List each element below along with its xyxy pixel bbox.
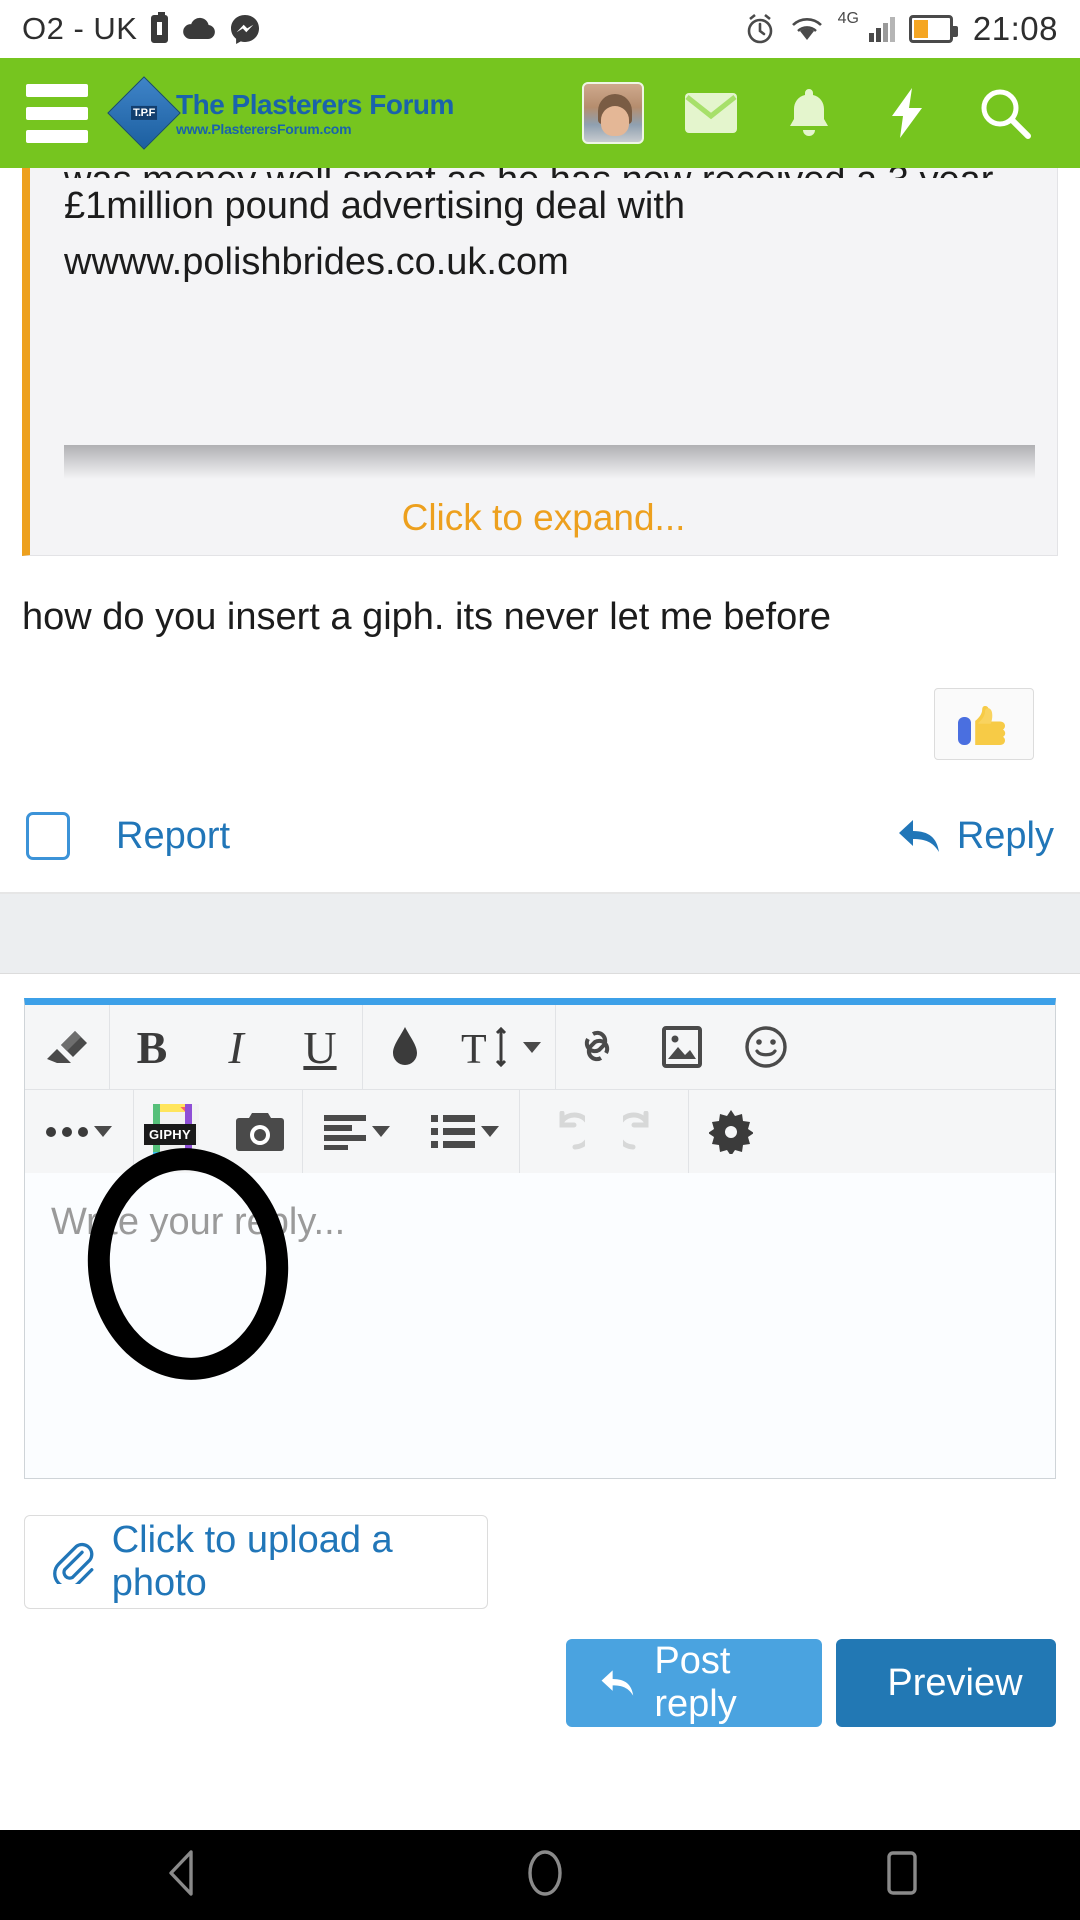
site-logo[interactable]: T.P.F The Plasterers Forum www.Plasterer… <box>107 76 454 150</box>
logo-diamond-text: T.P.F <box>131 105 157 120</box>
underline-button[interactable]: U <box>278 1005 362 1089</box>
select-post-checkbox[interactable] <box>26 812 70 860</box>
editor-toolbar-row-1: B I U T <box>25 1005 1055 1089</box>
hamburger-menu-icon[interactable] <box>26 83 88 143</box>
quote-fade <box>64 445 1035 479</box>
reply-arrow-icon <box>601 1670 634 1696</box>
bold-button[interactable]: B <box>110 1005 194 1089</box>
insert-link-icon[interactable] <box>556 1005 640 1089</box>
wifi-icon <box>791 18 822 40</box>
home-icon[interactable] <box>522 1848 568 1903</box>
app-header: T.P.F The Plasterers Forum www.Plasterer… <box>0 58 1080 168</box>
quote-line-1: was money well spent as he has now recei… <box>64 168 993 178</box>
smilies-icon[interactable] <box>724 1005 808 1089</box>
logo-subtitle: www.PlasterersForum.com <box>176 120 352 137</box>
reply-editor-container: B I U T GIPHY Write your reply... <box>0 974 1080 1479</box>
click-to-expand-link[interactable]: Click to expand... <box>30 497 1057 539</box>
signal-icon <box>868 16 895 42</box>
quote-container: was money well spent as he has now recei… <box>0 168 1080 556</box>
reply-label: Reply <box>956 814 1054 857</box>
battery-warning-icon <box>151 12 169 43</box>
back-icon[interactable] <box>157 1848 209 1903</box>
thumbs-up-emoji-icon <box>958 706 1006 745</box>
battery-icon <box>908 15 958 43</box>
camera-icon[interactable] <box>218 1090 302 1173</box>
text-color-icon[interactable] <box>363 1005 447 1089</box>
redo-icon[interactable] <box>604 1090 688 1173</box>
logo-title: The Plasterers Forum <box>176 88 454 120</box>
alerts-bell-icon[interactable] <box>760 87 858 139</box>
insert-image-icon[interactable] <box>640 1005 724 1089</box>
quote-line-2: £1million pound advertising deal with <box>64 185 686 227</box>
report-link[interactable]: Report <box>116 815 230 858</box>
thumbs-up-reaction-button[interactable] <box>934 688 1034 760</box>
reply-textarea[interactable]: Write your reply... <box>25 1173 1055 1478</box>
network-type-label: 4G <box>837 10 859 27</box>
section-divider <box>0 894 1080 974</box>
avatar[interactable] <box>564 82 662 144</box>
app-header-actions <box>564 82 1054 144</box>
upload-photo-label: Click to upload a photo <box>111 1519 393 1604</box>
svg-text:T: T <box>461 1027 487 1069</box>
undo-icon[interactable] <box>520 1090 604 1173</box>
carrier-label: O2 - UK <box>22 11 138 46</box>
post-reply-label: Post reply <box>654 1640 737 1725</box>
giphy-icon[interactable]: GIPHY <box>134 1090 218 1173</box>
quoted-post[interactable]: was money well spent as he has now recei… <box>22 168 1058 556</box>
preview-label: Preview <box>887 1661 1023 1704</box>
android-nav-bar <box>0 1830 1080 1920</box>
clock-label: 21:08 <box>972 10 1058 47</box>
reply-button[interactable]: Reply <box>897 815 1054 858</box>
cloud-icon <box>183 17 216 39</box>
alarm-icon <box>747 13 772 44</box>
status-bar-right: 4G 21:08 <box>744 10 1058 48</box>
more-options-icon[interactable] <box>25 1090 133 1173</box>
list-icon[interactable] <box>411 1090 519 1173</box>
giphy-label: GIPHY <box>144 1123 196 1145</box>
status-bar-left: O2 - UK <box>22 11 260 47</box>
messenger-icon <box>231 15 260 44</box>
search-icon[interactable] <box>956 87 1054 139</box>
italic-button[interactable]: I <box>194 1005 278 1089</box>
remove-formatting-icon[interactable] <box>25 1005 109 1089</box>
submit-row: Post reply Preview <box>0 1609 1080 1727</box>
whats-new-icon[interactable] <box>858 87 956 139</box>
preview-button[interactable]: Preview <box>836 1639 1056 1727</box>
post-actions: Report Reply <box>0 760 1080 894</box>
post-message: how do you insert a giph. its never let … <box>22 596 832 638</box>
upload-photo-button[interactable]: Click to upload a photo <box>24 1515 488 1609</box>
recents-icon[interactable] <box>881 1848 923 1903</box>
reply-arrow-icon <box>898 820 939 852</box>
tpf-diamond-icon: T.P.F <box>107 76 181 150</box>
editor-toolbar-row-2: GIPHY <box>25 1089 1055 1173</box>
rich-text-editor: B I U T GIPHY Write your reply... <box>24 998 1056 1479</box>
post-reply-button[interactable]: Post reply <box>566 1639 822 1727</box>
status-bar: O2 - UK 4G 21:08 <box>0 0 1080 58</box>
settings-gear-icon[interactable] <box>689 1090 773 1173</box>
thread-content: was money well spent as he has now recei… <box>0 168 1080 1727</box>
quote-line-3: wwww.polishbrides.co.uk.com <box>64 241 569 283</box>
inbox-icon[interactable] <box>662 91 760 135</box>
reaction-row <box>0 642 1080 760</box>
text-align-icon[interactable] <box>303 1090 411 1173</box>
font-size-icon[interactable]: T <box>447 1005 555 1089</box>
paperclip-icon <box>53 1542 94 1584</box>
